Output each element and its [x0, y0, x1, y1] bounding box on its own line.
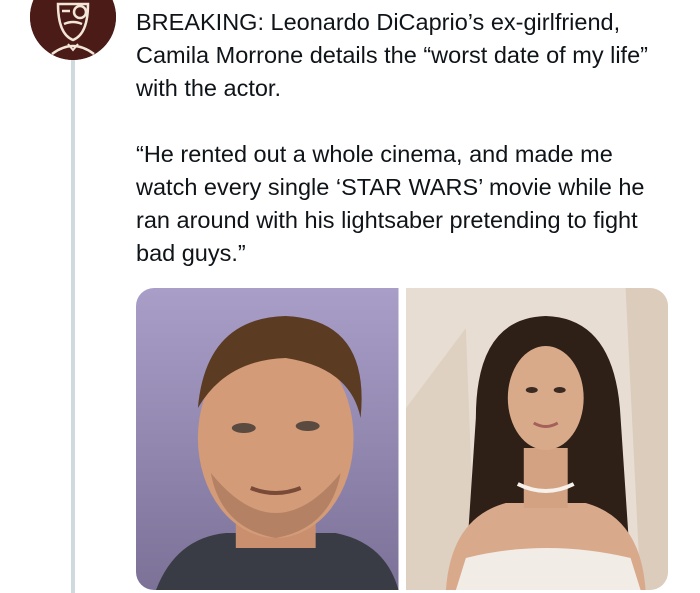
tweet-paragraph: BREAKING: Leonardo DiCaprio’s ex-girlfri… — [136, 9, 648, 101]
woman-portrait-image — [405, 288, 668, 590]
tweet-text: BREAKING: Leonardo DiCaprio’s ex-girlfri… — [136, 6, 671, 270]
thread-connector-line — [71, 58, 75, 593]
photo-man-portrait[interactable] — [136, 288, 399, 590]
profile-avatar[interactable] — [30, 0, 116, 60]
photo-woman-portrait[interactable] — [405, 288, 668, 590]
tweet-media-grid[interactable] — [136, 288, 668, 590]
tweet-paragraph: “He rented out a whole cinema, and made … — [136, 141, 645, 266]
masked-figure-icon — [30, 0, 116, 60]
man-portrait-image — [136, 288, 399, 590]
